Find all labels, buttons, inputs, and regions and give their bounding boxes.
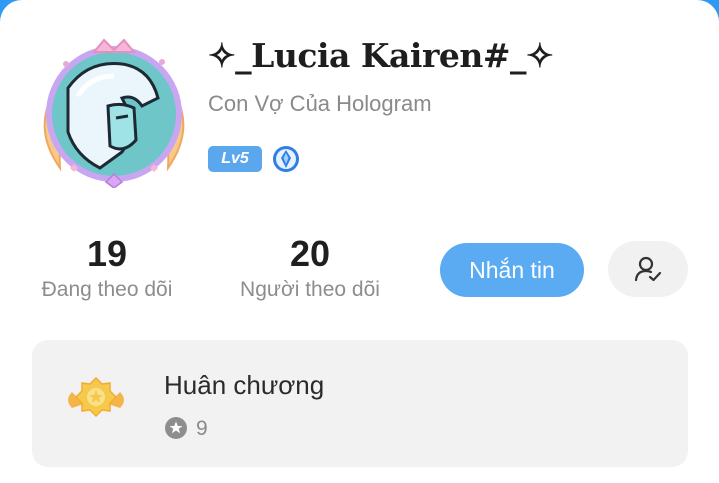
winged-medal-icon [64,374,128,430]
followers-count: 20 [289,233,331,274]
avatar[interactable] [38,36,190,189]
avatar-frame-icon [43,38,185,189]
followers-label: Người theo dõi [240,278,380,301]
following-stat[interactable]: 19 Đang theo dõi [22,234,192,302]
user-check-icon [634,256,662,282]
verified-crystal-icon[interactable] [272,145,300,173]
medal-count: 9 [196,417,208,440]
followers-stat[interactable]: 20 Người theo dõi [222,234,398,302]
level-badge[interactable]: Lv5 [208,146,262,172]
profile-card: ✧_Lucia Kairen#_✧ Con Vợ Của Hologram Lv… [0,0,719,483]
star-circle-icon [164,416,188,440]
following-label: Đang theo dõi [41,278,173,301]
message-button[interactable]: Nhắn tin [440,243,584,297]
following-count: 19 [86,233,128,274]
medal-panel[interactable]: Huân chương 9 [32,340,688,467]
medal-title: Huân chương [164,370,325,400]
followed-button[interactable] [608,241,688,297]
profile-tagline: Con Vợ Của Hologram [208,91,432,116]
display-name: ✧_Lucia Kairen#_✧ [208,36,554,75]
